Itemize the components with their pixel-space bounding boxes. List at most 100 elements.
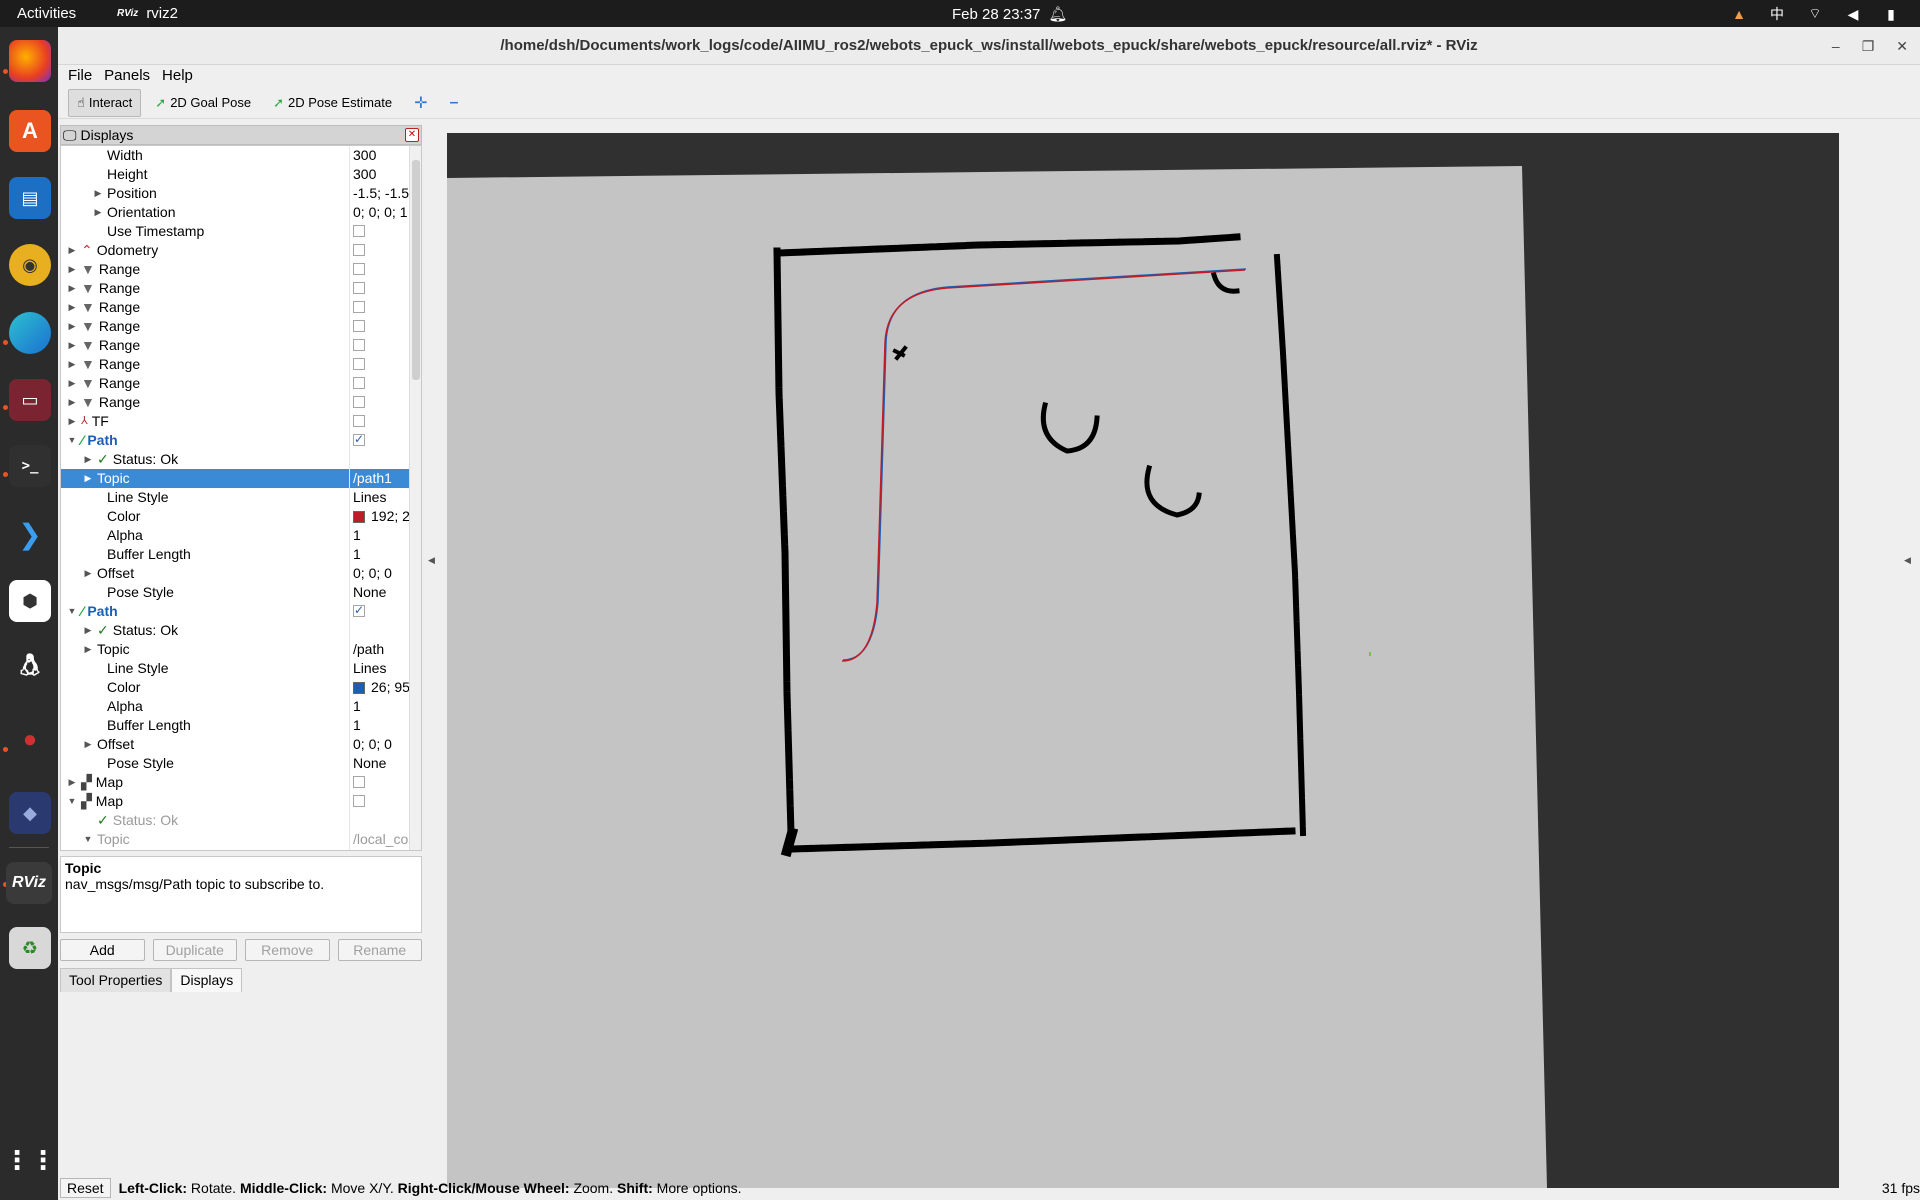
firefox-icon[interactable] — [9, 40, 51, 82]
property-row[interactable]: ▶ ▞ Map — [61, 773, 421, 792]
property-value[interactable]: /path1 — [353, 469, 392, 488]
window-titlebar[interactable]: /home/dsh/Documents/work_logs/code/AIIMU… — [58, 27, 1920, 65]
menu-file[interactable]: File — [64, 65, 96, 87]
property-row[interactable]: Line Style Lines — [61, 659, 421, 678]
property-value[interactable] — [353, 298, 365, 313]
property-value[interactable] — [353, 773, 365, 788]
color-swatch[interactable] — [353, 510, 365, 523]
left-splitter[interactable]: ◀ — [428, 125, 438, 1025]
enable-checkbox[interactable] — [353, 263, 365, 275]
property-value[interactable]: None — [353, 754, 386, 773]
enable-checkbox[interactable] — [353, 320, 365, 332]
property-row[interactable]: Depth 5 — [61, 849, 421, 850]
property-value[interactable] — [353, 374, 365, 389]
enable-checkbox[interactable] — [353, 601, 365, 620]
property-row[interactable]: Width 300 — [61, 146, 421, 165]
enable-checkbox[interactable] — [353, 339, 365, 351]
property-row[interactable]: ▶ ⅄ TF — [61, 412, 421, 431]
expand-arrow-icon[interactable]: ▶ — [83, 450, 93, 469]
activities-button[interactable]: Activities — [17, 5, 76, 22]
property-row[interactable]: Alpha 1 — [61, 697, 421, 716]
app-menu[interactable]: RViz rviz2 — [117, 5, 178, 22]
property-row[interactable]: Alpha 1 — [61, 526, 421, 545]
webots-icon[interactable]: ⬢ — [9, 580, 51, 622]
property-row[interactable]: ▶ ▼ Range — [61, 317, 421, 336]
expand-arrow-icon[interactable]: ▶ — [67, 279, 77, 298]
pose-estimate-tool-button[interactable]: ➚ 2D Pose Estimate — [265, 89, 400, 117]
rename-button[interactable]: Rename — [337, 939, 422, 961]
enable-checkbox[interactable] — [353, 430, 365, 449]
right-splitter[interactable]: ◀ — [1898, 125, 1920, 1185]
property-value[interactable]: 0; 0; 0 — [353, 735, 392, 754]
edge-icon[interactable] — [9, 312, 51, 354]
expand-arrow-icon[interactable]: ▶ — [67, 336, 77, 355]
displays-tree[interactable]: Width 300 Height 300 ▶ Position -1.5; -1.5; 0 ▶… — [60, 145, 422, 851]
app-center-icon[interactable]: A — [9, 110, 51, 152]
property-value[interactable] — [353, 601, 365, 620]
files-icon[interactable]: ▭ — [9, 379, 51, 421]
property-row[interactable]: ▶ Orientation 0; 0; 0; 1 — [61, 203, 421, 222]
collapse-left-icon[interactable]: ◀ — [428, 555, 435, 566]
property-value[interactable] — [353, 241, 365, 256]
property-row[interactable]: ▶ ▼ Range — [61, 298, 421, 317]
ladybug-icon[interactable]: ● — [9, 719, 51, 761]
property-value[interactable]: None — [353, 583, 386, 602]
menu-help[interactable]: Help — [158, 65, 197, 87]
property-row[interactable]: ▼ ⁄ Path — [61, 430, 421, 450]
enable-checkbox[interactable] — [353, 358, 365, 370]
property-row[interactable]: ▶ ▼ Range — [61, 355, 421, 374]
property-value[interactable] — [353, 260, 365, 275]
property-row[interactable]: Color192; 28; 40 — [61, 507, 421, 526]
property-row[interactable]: ▶ ✓ Status: Ok — [61, 621, 421, 640]
volume-icon[interactable]: ◀ — [1844, 6, 1862, 23]
close-icon[interactable]: ✕ — [1896, 27, 1908, 65]
cat-tray-icon[interactable]: ▲ — [1730, 6, 1748, 22]
property-value[interactable] — [353, 317, 365, 332]
property-row[interactable]: Use Timestamp — [61, 222, 421, 241]
property-value[interactable]: 1 — [353, 526, 361, 545]
cat-app-icon[interactable]: ◆ — [9, 792, 51, 834]
render-viewport[interactable] — [447, 133, 1839, 1188]
expand-arrow-icon[interactable]: ▶ — [67, 317, 77, 336]
input-method-indicator[interactable]: 中 — [1768, 4, 1786, 24]
enable-checkbox[interactable] — [353, 415, 365, 427]
expand-arrow-icon[interactable]: ▶ — [67, 412, 77, 431]
expand-arrow-icon[interactable]: ▶ — [83, 469, 93, 488]
rhythmbox-icon[interactable]: ◉ — [9, 244, 51, 286]
system-tray[interactable]: ▲ 中 ⌔ ◀ ▮ — [1730, 4, 1900, 24]
show-apps-icon[interactable]: ⋮⋮ — [4, 1139, 56, 1181]
collapse-arrow-icon[interactable]: ▼ — [67, 431, 77, 450]
interact-tool-button[interactable]: ☝ Interact — [68, 88, 142, 117]
expand-arrow-icon[interactable]: ▶ — [83, 621, 93, 640]
reset-button[interactable]: Reset — [60, 1178, 111, 1198]
property-value[interactable] — [353, 430, 365, 449]
terminal-icon[interactable]: >_ — [9, 445, 51, 487]
property-row[interactable]: ▶ ⌃ Odometry — [61, 241, 421, 260]
property-value[interactable]: 0; 0; 0; 1 — [353, 203, 407, 222]
enable-checkbox[interactable] — [353, 225, 365, 237]
property-value[interactable]: 1 — [353, 716, 361, 735]
property-value[interactable]: Lines — [353, 488, 386, 507]
expand-arrow-icon[interactable]: ▶ — [67, 393, 77, 412]
property-value[interactable]: 1 — [353, 545, 361, 564]
clock[interactable]: Feb 28 23:37 🔔︎ — [952, 5, 1067, 24]
property-row[interactable]: ▶ ▼ Range — [61, 279, 421, 298]
writer-icon[interactable]: ▤ — [9, 177, 51, 219]
expand-arrow-icon[interactable]: ▶ — [83, 564, 93, 583]
minimize-icon[interactable]: – — [1832, 27, 1840, 65]
property-row[interactable]: Pose Style None — [61, 754, 421, 773]
tree-scrollbar[interactable] — [409, 146, 421, 850]
property-value[interactable]: 5 — [353, 849, 361, 850]
enable-checkbox[interactable] — [353, 795, 365, 807]
enable-checkbox[interactable] — [353, 776, 365, 788]
property-row[interactable]: ▼ ▞ Map — [61, 792, 421, 811]
property-row[interactable]: Pose Style None — [61, 583, 421, 602]
color-swatch[interactable] — [353, 681, 365, 694]
enable-checkbox[interactable] — [353, 282, 365, 294]
property-value[interactable]: 300 — [353, 146, 376, 165]
expand-arrow-icon[interactable]: ▶ — [83, 735, 93, 754]
property-value[interactable] — [353, 222, 365, 237]
add-tool-button[interactable]: ✛ — [406, 89, 435, 117]
remove-button[interactable]: Remove — [245, 939, 330, 961]
property-value[interactable] — [353, 355, 365, 370]
